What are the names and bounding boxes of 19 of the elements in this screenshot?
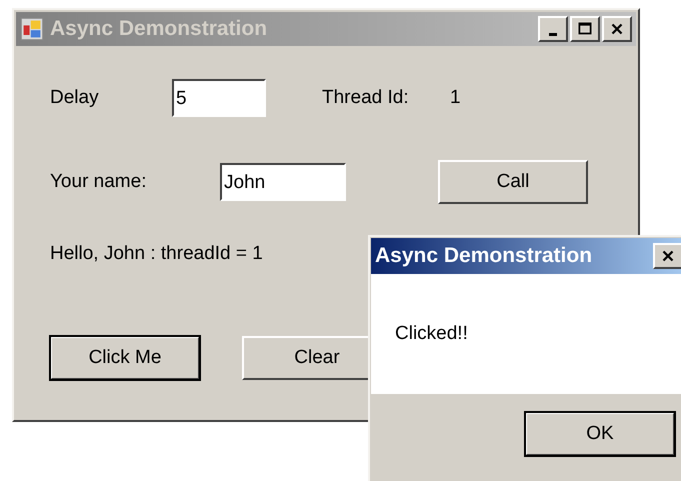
name-label: Your name: xyxy=(50,171,148,193)
minimize-icon xyxy=(549,32,557,36)
form-button[interactable]: Click Me xyxy=(50,336,200,380)
maximize-button[interactable] xyxy=(570,16,600,42)
call-button[interactable]: Call xyxy=(438,160,588,204)
close-button[interactable] xyxy=(602,16,632,42)
close-button[interactable] xyxy=(653,243,681,269)
app-icon xyxy=(20,17,44,41)
thread-id-value: 1 xyxy=(450,87,461,109)
thread-id-label: Thread Id: xyxy=(322,87,410,109)
name-field[interactable]: John xyxy=(220,163,346,201)
delay-label: Delay xyxy=(50,87,100,109)
greeting-text: Hello, John : threadId = 1 xyxy=(50,243,263,265)
window-title: Async Demonstration xyxy=(375,244,592,268)
ok-button[interactable]: OK xyxy=(525,412,675,456)
minimize-button[interactable] xyxy=(538,16,568,42)
delay-field[interactable]: 5 xyxy=(172,79,266,117)
window-title: Async Demonstration xyxy=(50,17,268,41)
message-text: Clicked!! xyxy=(395,323,468,345)
